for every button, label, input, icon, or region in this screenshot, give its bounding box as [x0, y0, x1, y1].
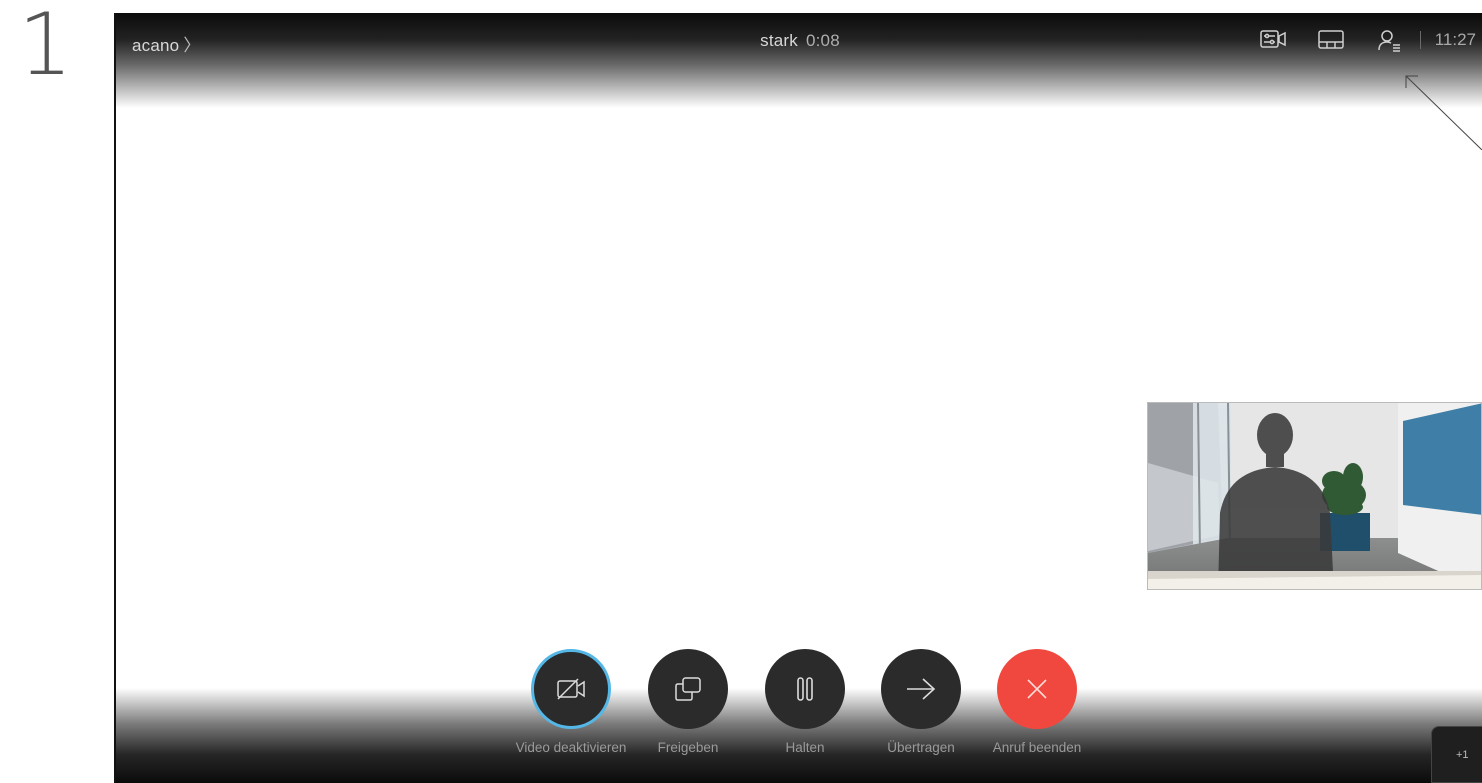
call-timer: 0:08 [805, 31, 840, 50]
top-icon-group: 11:27 [1228, 27, 1482, 53]
participants-icon[interactable] [1376, 27, 1402, 53]
hold-label: Halten [785, 740, 825, 755]
video-deactivate-control: Video deaktivieren [513, 649, 629, 756]
more-tab-label: +1 [1456, 749, 1469, 761]
share-label: Freigeben [657, 740, 719, 755]
annotation-arrow [1405, 75, 1482, 150]
camera-settings-icon[interactable] [1259, 27, 1286, 53]
clock: 11:27 [1434, 30, 1476, 49]
video-deactivate-label: Video deaktivieren [515, 740, 627, 755]
transfer-control: Übertragen [863, 649, 979, 756]
pause-icon [797, 677, 813, 701]
top-bar: acano 〉 stark 0:08 11:27 [116, 13, 1482, 108]
self-view-video[interactable] [1147, 402, 1482, 590]
video-deactivate-button[interactable] [531, 649, 611, 729]
share-button[interactable] [648, 649, 728, 729]
more-tab[interactable]: +1 [1431, 726, 1482, 783]
end-call-control: Anruf beenden [979, 649, 1095, 756]
call-controls: Video deaktivieren Freigeben Halten Über… [0, 649, 1482, 779]
transfer-label: Übertragen [887, 740, 955, 755]
close-icon [1027, 679, 1047, 699]
video-off-icon [557, 678, 585, 700]
arrow-right-icon [907, 678, 936, 700]
share-icon [675, 677, 701, 701]
layout-icon[interactable] [1317, 27, 1344, 53]
header-divider [1419, 31, 1421, 49]
hold-button[interactable] [765, 649, 845, 729]
end-call-label: Anruf beenden [992, 740, 1082, 755]
caller-name: stark [760, 31, 798, 50]
self-view-image [1148, 403, 1481, 589]
end-call-button[interactable] [997, 649, 1077, 729]
step-number: 1 [18, 0, 73, 95]
hold-control: Halten [747, 649, 863, 756]
transfer-button[interactable] [881, 649, 961, 729]
share-control: Freigeben [630, 649, 746, 756]
